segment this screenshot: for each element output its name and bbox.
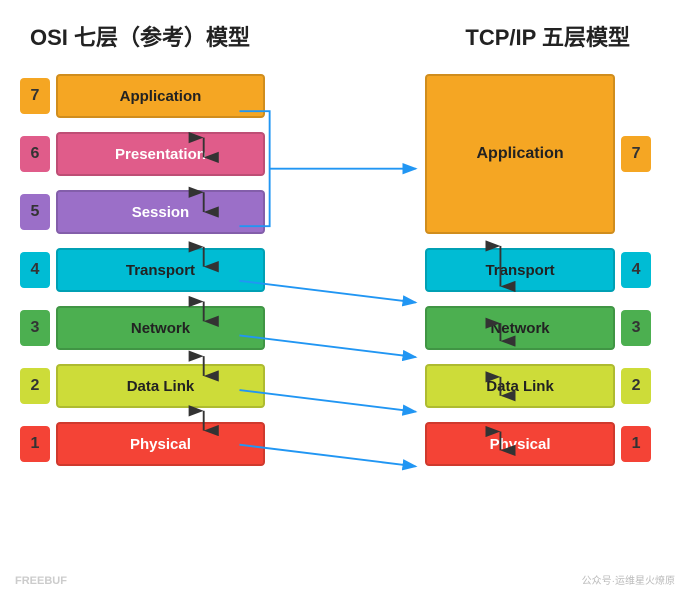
tcp-num-4: 4 bbox=[621, 252, 651, 288]
osi-num-7: 7 bbox=[20, 78, 50, 114]
middle-area bbox=[265, 70, 425, 550]
osi-num-1: 1 bbox=[20, 426, 50, 462]
osi-layer-1: 1 Physical bbox=[20, 418, 265, 470]
osi-layer-7: 7 Application bbox=[20, 70, 265, 122]
tcp-layer-datalink: Data Link 2 bbox=[425, 360, 651, 412]
osi-num-4: 4 bbox=[20, 252, 50, 288]
main-container: OSI 七层（参考）模型 TCP/IP 五层模型 7 Application 6… bbox=[0, 0, 690, 595]
watermark-right: 公众号·运维星火燎原 bbox=[582, 572, 675, 587]
osi-box-3: Network bbox=[56, 306, 265, 350]
osi-box-1: Physical bbox=[56, 422, 265, 466]
tcp-layer-app: Application 7 bbox=[425, 70, 651, 238]
tcp-title: TCP/IP 五层模型 bbox=[465, 20, 660, 52]
osi-layer-6: 6 Presentation bbox=[20, 128, 265, 180]
tcp-num-3: 3 bbox=[621, 310, 651, 346]
tcp-box-app: Application bbox=[425, 74, 615, 234]
osi-num-2: 2 bbox=[20, 368, 50, 404]
osi-layers: 7 Application 6 Presentation 5 Session 4… bbox=[20, 70, 265, 550]
osi-layer-3: 3 Network bbox=[20, 302, 265, 354]
osi-title: OSI 七层（参考）模型 bbox=[30, 20, 250, 52]
tcp-box-datalink: Data Link bbox=[425, 364, 615, 408]
tcp-layers: Application 7 Transport 4 Network 3 Data… bbox=[425, 70, 670, 550]
tcp-box-network: Network bbox=[425, 306, 615, 350]
tcp-box-physical: Physical bbox=[425, 422, 615, 466]
tcp-box-transport: Transport bbox=[425, 248, 615, 292]
diagram: 7 Application 6 Presentation 5 Session 4… bbox=[20, 70, 670, 550]
osi-num-6: 6 bbox=[20, 136, 50, 172]
osi-box-5: Session bbox=[56, 190, 265, 234]
osi-box-4: Transport bbox=[56, 248, 265, 292]
osi-num-5: 5 bbox=[20, 194, 50, 230]
osi-box-2: Data Link bbox=[56, 364, 265, 408]
osi-layer-2: 2 Data Link bbox=[20, 360, 265, 412]
watermark-left: FREEBUF bbox=[15, 575, 67, 587]
tcp-layer-network: Network 3 bbox=[425, 302, 651, 354]
tcp-layer-physical: Physical 1 bbox=[425, 418, 651, 470]
osi-num-3: 3 bbox=[20, 310, 50, 346]
osi-layer-4: 4 Transport bbox=[20, 244, 265, 296]
tcp-layer-transport: Transport 4 bbox=[425, 244, 651, 296]
titles: OSI 七层（参考）模型 TCP/IP 五层模型 bbox=[20, 20, 670, 52]
osi-layer-5: 5 Session bbox=[20, 186, 265, 238]
osi-box-6: Presentation bbox=[56, 132, 265, 176]
tcp-num-7: 7 bbox=[621, 136, 651, 172]
tcp-num-1: 1 bbox=[621, 426, 651, 462]
osi-box-7: Application bbox=[56, 74, 265, 118]
tcp-num-2: 2 bbox=[621, 368, 651, 404]
